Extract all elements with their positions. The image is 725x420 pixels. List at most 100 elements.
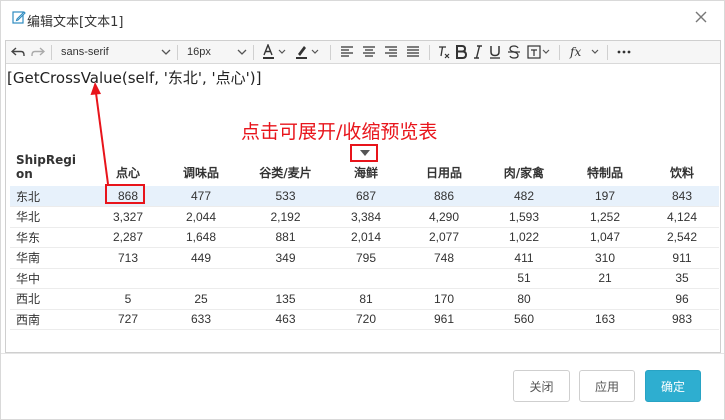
table-cell: 482 [483,186,565,207]
column-header: 海鲜 [353,166,378,180]
align-center-icon[interactable] [360,43,378,61]
table-cell: 21 [565,268,645,289]
table-cell: 81 [327,288,405,310]
font-size-select[interactable]: 16px [187,43,247,61]
insert-field-icon[interactable] [526,43,554,61]
formula-text[interactable]: [GetCrossValue(self, '东北', '点心')] [7,67,262,88]
toolbar-divider [177,45,178,60]
italic-icon[interactable] [472,43,484,61]
table-cell: 961 [405,309,483,330]
table-cell: 1,252 [565,206,645,228]
table-cell: 560 [483,309,565,330]
table-cell [158,268,244,289]
table-cell: 449 [158,247,244,269]
table-cell: 727 [98,309,158,330]
table-cell: 533 [244,186,327,207]
underline-icon[interactable] [488,43,502,61]
table-cell: 25 [158,288,244,310]
table-cell: 2,044 [158,206,244,228]
column-header: 点心 [115,166,140,180]
toolbar-divider [330,45,331,60]
annotation-hint: 点击可展开/收缩预览表 [241,121,438,143]
table-cell: 748 [405,247,483,269]
table-cell: 886 [405,186,483,207]
font-size-value: 16px [187,46,211,58]
table-cell [98,268,158,289]
table-cell: 163 [565,309,645,330]
table-cell: 51 [483,268,565,289]
row-header: 华中 [10,268,98,289]
toolbar-divider [429,45,430,60]
chevron-down-icon [237,49,247,55]
edit-icon [12,10,26,24]
corner-header: ShipRegi on [16,153,76,181]
justify-icon[interactable] [404,43,422,61]
highlight-icon[interactable] [294,43,324,61]
redo-icon[interactable] [30,43,46,61]
table-cell: 197 [565,186,645,207]
font-family-value: sans-serif [61,46,109,58]
table-row: 华南 713 449 349 795 748 411 310 911 [10,247,719,269]
table-cell: 713 [98,247,158,269]
toolbar-divider [51,45,52,60]
ok-button[interactable]: 确定 [645,370,701,402]
table-cell: 35 [645,268,719,289]
table-row: 华北 3,327 2,044 2,192 3,384 4,290 1,593 1,252 4,1… [10,206,719,228]
toolbar-divider [607,45,608,60]
column-header: 日用品 [425,166,462,180]
footer-divider [1,353,724,354]
column-header: 肉/家禽 [503,166,545,180]
table-cell: 983 [645,309,719,330]
row-header: 西北 [10,288,98,310]
table-row: 西北 5 25 135 81 170 80 96 [10,288,719,310]
table-cell: 1,022 [483,227,565,248]
table-cell [244,268,327,289]
strikethrough-icon[interactable] [506,43,522,61]
row-header: 东北 [10,186,98,207]
table-cell: 463 [244,309,327,330]
column-header: 特制品 [586,166,623,180]
column-header: 调味品 [182,166,219,180]
column-header: 谷类/麦片 [259,166,312,180]
table-cell: 135 [244,288,327,310]
table-cell: 96 [645,288,719,310]
align-left-icon[interactable] [338,43,356,61]
table-cell: 4,124 [645,206,719,228]
table-cell [565,288,645,310]
table-cell: 1,648 [158,227,244,248]
formula-icon[interactable]: fx [568,43,602,61]
font-family-select[interactable]: sans-serif [61,43,171,61]
table-cell: 2,542 [645,227,719,248]
table-cell: 633 [158,309,244,330]
table-cell: 795 [327,247,405,269]
bold-icon[interactable] [454,43,468,61]
table-cell: 310 [565,247,645,269]
table-row: 华东 2,287 1,648 881 2,014 2,077 1,022 1,047 2,542 [10,227,719,248]
undo-icon[interactable] [10,43,26,61]
font-color-icon[interactable] [261,43,291,61]
table-cell: 687 [327,186,405,207]
clear-format-icon[interactable] [436,43,452,61]
align-right-icon[interactable] [382,43,400,61]
row-header: 华东 [10,227,98,248]
table-cell: 170 [405,288,483,310]
table-cell [405,268,483,289]
close-icon[interactable] [693,9,709,25]
table-cell: 477 [158,186,244,207]
table-row: 华中 51 21 35 [10,268,719,289]
apply-button[interactable]: 应用 [579,370,635,402]
table-cell: 843 [645,186,719,207]
close-button[interactable]: 关闭 [513,370,570,402]
table-cell: 3,384 [327,206,405,228]
target-cell-highlight [105,184,145,204]
table-cell: 1,593 [483,206,565,228]
more-icon[interactable] [616,43,632,61]
table-cell: 720 [327,309,405,330]
edit-text-dialog: 编辑文本[文本1] sans-serif 16px fx [GetCrossVa… [0,0,725,420]
chevron-down-icon [161,49,171,55]
editor-toolbar: sans-serif 16px fx [6,41,720,64]
table-cell: 2,287 [98,227,158,248]
table-cell: 3,327 [98,206,158,228]
toolbar-divider [253,45,254,60]
table-cell: 881 [244,227,327,248]
